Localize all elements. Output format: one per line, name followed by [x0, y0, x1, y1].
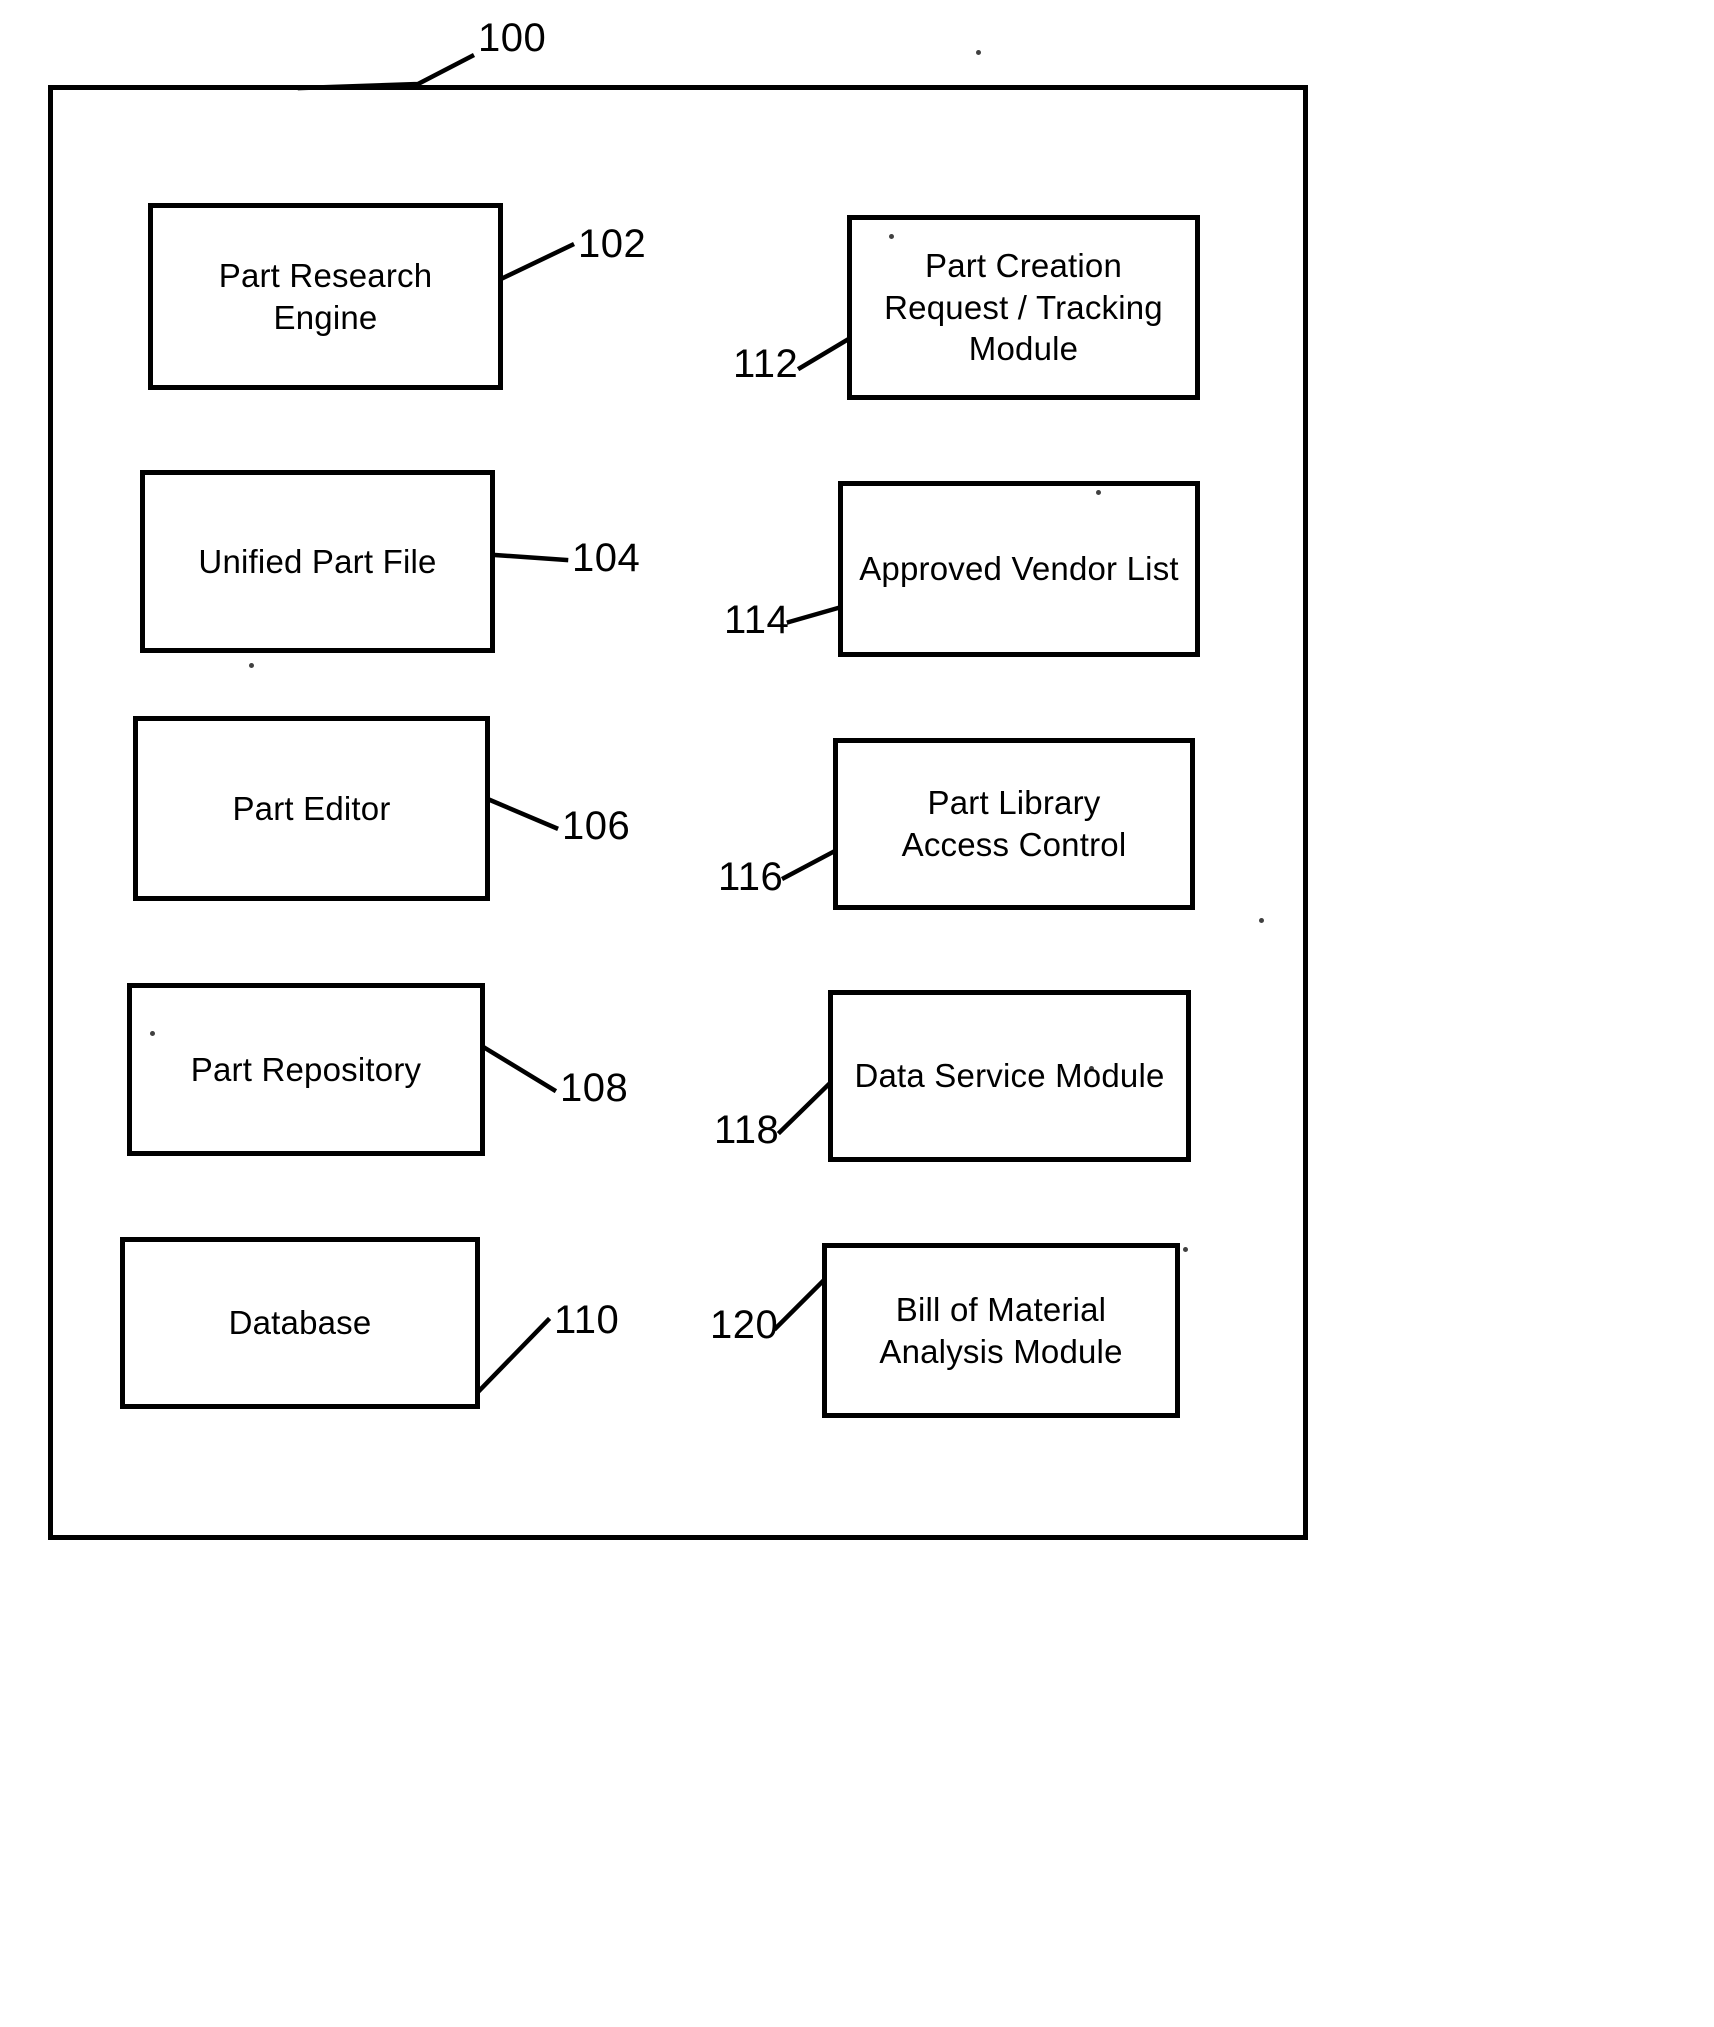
module-label-part-research-engine: Part Research Engine: [218, 256, 433, 336]
scan-speck: [1259, 918, 1264, 923]
module-label-part-creation-request-tracking-module: Part Creation Request / Tracking Module: [884, 247, 1163, 368]
module-box-part-repository[interactable]: Part Repository: [127, 983, 485, 1156]
scan-speck: [1096, 490, 1101, 495]
ref-numeral-114: 114: [724, 598, 790, 642]
module-box-part-editor[interactable]: Part Editor: [133, 716, 490, 901]
ref-numeral-116: 116: [718, 855, 784, 899]
scan-speck: [249, 663, 254, 668]
patent-figure-sheet: 100 Part Research Engine 102 Unified Par…: [0, 0, 1714, 2027]
scan-speck: [976, 50, 981, 55]
ref-numeral-104: 104: [572, 536, 641, 580]
ref-numeral-110: 110: [554, 1298, 620, 1342]
module-label-unified-part-file: Unified Part File: [198, 542, 437, 580]
scan-speck: [150, 1031, 155, 1036]
scan-speck: [1183, 1247, 1188, 1252]
module-box-approved-vendor-list[interactable]: Approved Vendor List: [838, 481, 1200, 657]
module-box-database[interactable]: Database: [120, 1237, 480, 1409]
module-label-bill-of-material-analysis-module: Bill of Material Analysis Module: [879, 1290, 1123, 1370]
ref-numeral-112: 112: [733, 342, 799, 386]
module-label-part-repository: Part Repository: [190, 1050, 422, 1088]
module-box-part-creation-request-tracking-module[interactable]: Part Creation Request / Tracking Module: [847, 215, 1200, 400]
ref-numeral-118: 118: [714, 1108, 780, 1152]
module-label-data-service-module: Data Service Module: [854, 1057, 1165, 1095]
module-label-approved-vendor-list: Approved Vendor List: [859, 550, 1179, 588]
module-label-part-library-access-control: Part Library Access Control: [901, 784, 1127, 863]
scan-speck: [889, 234, 894, 239]
module-box-bill-of-material-analysis-module[interactable]: Bill of Material Analysis Module: [822, 1243, 1180, 1418]
module-box-data-service-module[interactable]: Data Service Module: [828, 990, 1191, 1162]
module-label-database: Database: [228, 1304, 372, 1342]
module-box-part-library-access-control[interactable]: Part Library Access Control: [833, 738, 1195, 910]
scan-speck: [1089, 1066, 1094, 1071]
ref-numeral-100: 100: [478, 16, 547, 60]
ref-numeral-108: 108: [560, 1066, 629, 1110]
ref-numeral-102: 102: [578, 222, 647, 266]
module-box-part-research-engine[interactable]: Part Research Engine: [148, 203, 503, 390]
ref-numeral-120: 120: [710, 1303, 779, 1347]
module-label-part-editor: Part Editor: [232, 789, 391, 827]
ref-numeral-106: 106: [562, 804, 631, 848]
leader-line-100: [297, 52, 476, 91]
module-box-unified-part-file[interactable]: Unified Part File: [140, 470, 495, 653]
